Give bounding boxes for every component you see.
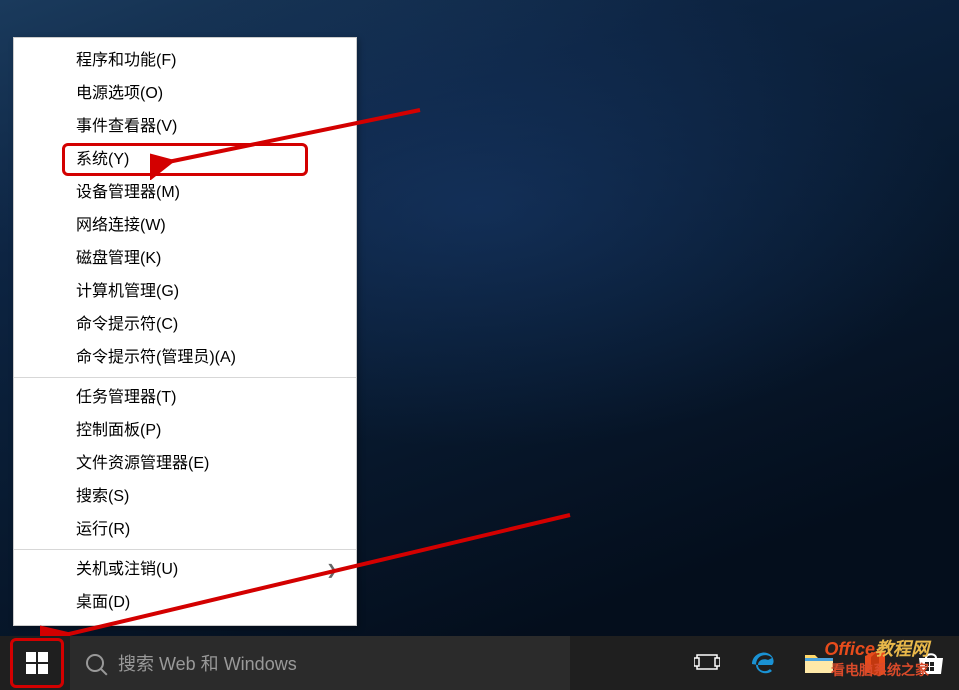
menu-item-search[interactable]: 搜索(S) — [14, 480, 356, 513]
menu-item-power-options[interactable]: 电源选项(O) — [14, 77, 356, 110]
menu-item-network-connections[interactable]: 网络连接(W) — [14, 209, 356, 242]
menu-item-disk-management[interactable]: 磁盘管理(K) — [14, 242, 356, 275]
menu-separator — [14, 377, 356, 378]
start-button[interactable] — [10, 638, 64, 688]
menu-label: 任务管理器(T) — [76, 389, 176, 406]
menu-item-task-manager[interactable]: 任务管理器(T) — [14, 381, 356, 414]
menu-item-computer-management[interactable]: 计算机管理(G) — [14, 275, 356, 308]
edge-button[interactable] — [735, 636, 791, 690]
search-placeholder: 搜索 Web 和 Windows — [118, 650, 297, 676]
menu-item-command-prompt[interactable]: 命令提示符(C) — [14, 308, 356, 341]
search-icon — [86, 654, 104, 672]
menu-item-desktop[interactable]: 桌面(D) — [14, 586, 356, 619]
menu-label: 关机或注销(U) — [76, 561, 178, 578]
task-view-button[interactable] — [679, 636, 735, 690]
menu-label: 计算机管理(G) — [76, 283, 179, 300]
windows-logo-icon — [26, 652, 48, 674]
menu-label: 运行(R) — [76, 521, 130, 538]
menu-label: 设备管理器(M) — [76, 184, 180, 201]
winx-context-menu: 程序和功能(F) 电源选项(O) 事件查看器(V) 系统(Y) 设备管理器(M)… — [13, 37, 357, 626]
menu-item-control-panel[interactable]: 控制面板(P) — [14, 414, 356, 447]
menu-label: 命令提示符(管理员)(A) — [76, 349, 236, 366]
watermark-text: 教程网 — [875, 639, 929, 659]
watermark-text: Office — [824, 639, 875, 659]
menu-item-command-prompt-admin[interactable]: 命令提示符(管理员)(A) — [14, 341, 356, 374]
menu-label: 网络连接(W) — [76, 217, 166, 234]
taskbar: 搜索 Web 和 Windows — [0, 636, 959, 690]
menu-label: 控制面板(P) — [76, 422, 161, 439]
menu-label: 文件资源管理器(E) — [76, 455, 209, 472]
watermark-office: Office教程网 — [824, 635, 929, 661]
menu-separator — [14, 549, 356, 550]
menu-item-shutdown-signout[interactable]: 关机或注销(U) ❯ — [14, 553, 356, 586]
menu-label: 命令提示符(C) — [76, 316, 178, 333]
task-view-icon — [694, 653, 720, 673]
menu-label: 程序和功能(F) — [76, 52, 176, 69]
edge-icon — [748, 648, 778, 678]
menu-label: 电源选项(O) — [76, 85, 163, 102]
menu-label: 搜索(S) — [76, 488, 129, 505]
menu-item-event-viewer[interactable]: 事件查看器(V) — [14, 110, 356, 143]
menu-label: 事件查看器(V) — [76, 118, 177, 135]
menu-item-run[interactable]: 运行(R) — [14, 513, 356, 546]
menu-item-file-explorer[interactable]: 文件资源管理器(E) — [14, 447, 356, 480]
menu-label: 磁盘管理(K) — [76, 250, 161, 267]
chevron-right-icon: ❯ — [326, 553, 338, 586]
menu-item-device-manager[interactable]: 设备管理器(M) — [14, 176, 356, 209]
menu-label: 桌面(D) — [76, 594, 130, 611]
menu-item-programs-features[interactable]: 程序和功能(F) — [14, 44, 356, 77]
menu-item-system[interactable]: 系统(Y) — [62, 143, 308, 176]
watermark-site: 看电脑系统之家 — [831, 660, 929, 680]
search-box[interactable]: 搜索 Web 和 Windows — [70, 636, 570, 690]
menu-label: 系统(Y) — [76, 151, 129, 168]
